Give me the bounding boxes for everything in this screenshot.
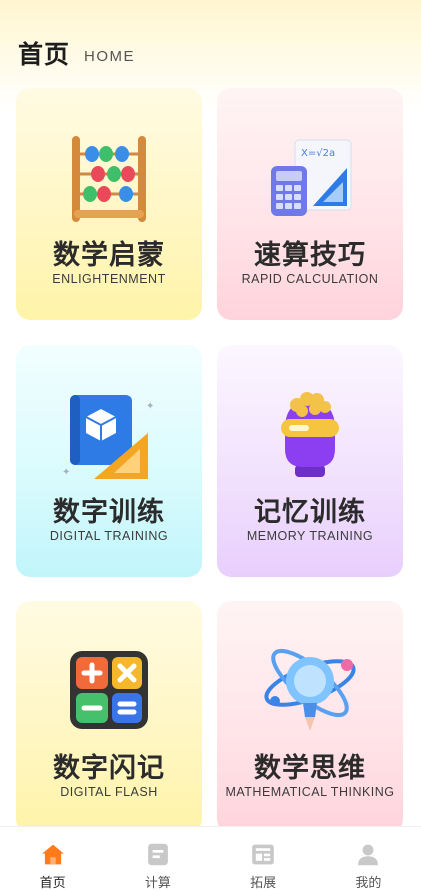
- tab-mine[interactable]: 我的: [316, 827, 421, 891]
- brain-headset-icon: [281, 392, 339, 477]
- card-title-en: MATHEMATICAL THINKING: [225, 785, 395, 799]
- tab-label: 拓展: [250, 876, 277, 891]
- card-title-en: MEMORY TRAINING: [246, 529, 374, 543]
- card-digital-training[interactable]: ✦ ✦ 数字训练 DIGITAL TRAINING: [16, 345, 202, 577]
- card-title-cn: 数学思维: [254, 753, 366, 784]
- page-header: 首页 HOME: [18, 30, 135, 70]
- card-title-cn: 速算技巧: [254, 240, 366, 271]
- card-title-en: DIGITAL TRAINING: [49, 529, 169, 543]
- tab-home[interactable]: 首页: [0, 827, 105, 891]
- card-mathematical-thinking[interactable]: 数学思维 MATHEMATICAL THINKING: [217, 601, 403, 833]
- card-title-en: RAPID CALCULATION: [241, 272, 379, 286]
- card-title-cn: 数字训练: [53, 497, 165, 528]
- tab-calculate[interactable]: 计算: [105, 827, 210, 891]
- person-icon: [358, 844, 379, 866]
- home-icon: [41, 844, 64, 865]
- calculator-ruler-icon: X=√2a: [271, 139, 352, 216]
- card-title-en: ENLIGHTENMENT: [52, 272, 166, 286]
- card-digital-flash[interactable]: 数字闪记 DIGITAL FLASH: [16, 601, 202, 833]
- tab-label: 首页: [39, 876, 66, 891]
- svg-text:✦: ✦: [62, 467, 70, 478]
- svg-text:X=√2a: X=√2a: [301, 148, 335, 159]
- card-rapid-calculation[interactable]: X=√2a 速算技巧 RAPID CALCULATION: [217, 88, 403, 320]
- blueprint-cube-icon: ✦ ✦: [62, 395, 154, 479]
- card-title-cn: 数学启蒙: [53, 240, 165, 271]
- news-icon: [252, 844, 274, 865]
- page-title: 首页: [18, 40, 71, 69]
- card-memory-training[interactable]: 记忆训练 MEMORY TRAINING: [217, 345, 403, 577]
- card-enlightenment[interactable]: 数学启蒙 ENLIGHTENMENT: [16, 88, 202, 320]
- card-title-en: DIGITAL FLASH: [60, 785, 158, 799]
- calculator-keys-icon: [70, 651, 148, 729]
- page-subtitle: HOME: [84, 48, 136, 65]
- document-icon: [147, 843, 168, 866]
- svg-text:✦: ✦: [146, 401, 154, 412]
- card-title-cn: 记忆训练: [254, 497, 366, 528]
- lightbulb-atom-icon: [264, 648, 356, 731]
- card-title-cn: 数字闪记: [53, 753, 165, 784]
- bottom-tab-bar: 首页 计算 拓展 我的: [0, 826, 421, 891]
- tab-expand[interactable]: 拓展: [211, 827, 316, 891]
- abacus-icon: [72, 136, 146, 222]
- tab-label: 我的: [355, 876, 382, 891]
- tab-label: 计算: [144, 876, 171, 891]
